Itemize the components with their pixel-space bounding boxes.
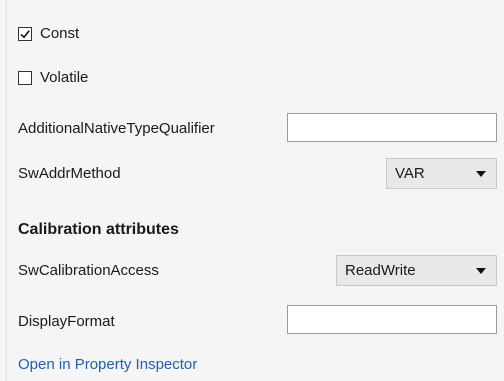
- const-row: Const: [18, 26, 79, 41]
- sw-addr-method-label: SwAddrMethod: [18, 165, 121, 182]
- chevron-down-icon: [476, 267, 486, 274]
- sw-calibration-access-select[interactable]: ReadWrite: [336, 255, 497, 286]
- properties-panel: Const Volatile AdditionalNativeTypeQuali…: [0, 0, 504, 381]
- additional-native-type-qualifier-input[interactable]: [287, 113, 497, 142]
- sw-calibration-access-label: SwCalibrationAccess: [18, 262, 159, 279]
- calibration-heading: Calibration attributes: [18, 221, 179, 238]
- const-checkbox[interactable]: [18, 26, 32, 41]
- display-format-label-row: DisplayFormat: [18, 314, 115, 329]
- sw-addr-method-value: VAR: [395, 165, 425, 182]
- volatile-label: Volatile: [40, 69, 89, 86]
- display-format-label: DisplayFormat: [18, 313, 115, 330]
- chevron-down-icon: [476, 170, 486, 177]
- sw-addr-method-label-row: SwAddrMethod: [18, 166, 121, 181]
- additional-native-type-qualifier-label-row: AdditionalNativeTypeQualifier: [18, 121, 215, 136]
- checkmark-icon: [20, 29, 30, 38]
- const-label: Const: [40, 25, 80, 42]
- additional-native-type-qualifier-label: AdditionalNativeTypeQualifier: [18, 120, 215, 137]
- sw-addr-method-select[interactable]: VAR: [386, 158, 497, 189]
- sw-calibration-access-label-row: SwCalibrationAccess: [18, 263, 159, 278]
- display-format-input[interactable]: [287, 305, 497, 334]
- open-in-property-inspector-link[interactable]: Open in Property Inspector: [18, 356, 197, 373]
- sw-calibration-access-value: ReadWrite: [345, 262, 416, 279]
- volatile-row: Volatile: [18, 70, 88, 85]
- volatile-checkbox[interactable]: [18, 70, 32, 85]
